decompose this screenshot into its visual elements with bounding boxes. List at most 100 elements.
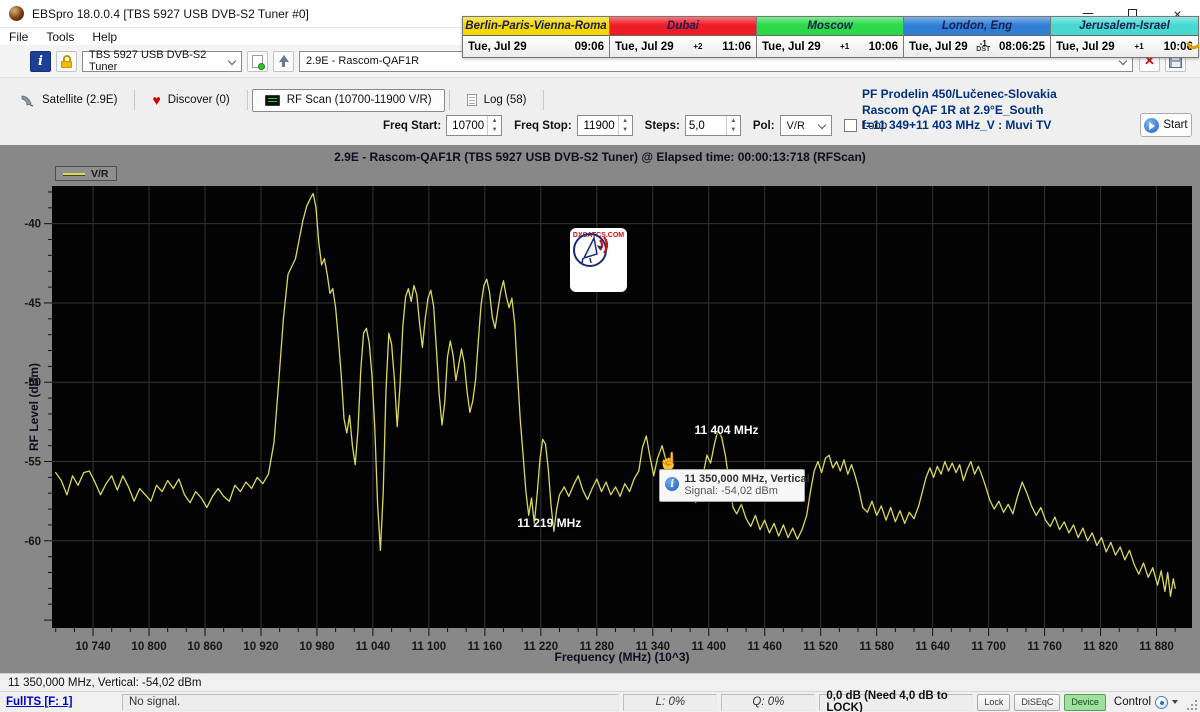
steps-spinner[interactable]: ▲▼ — [726, 116, 740, 135]
clock-date: Tue, Jul 29 — [762, 41, 821, 53]
menu-help[interactable]: Help — [83, 30, 126, 44]
content-strip: Satellite (2.9E) ♥ Discover (0) RF Scan (10… — [0, 78, 1200, 145]
tuner-select[interactable]: TBS 5927 USB DVB-S2 Tuner — [82, 51, 242, 72]
level-percent-cell: L: 0% — [623, 694, 717, 711]
control-icon — [1155, 696, 1168, 709]
status-bar: FullTS [F: 1] No signal. L: 0% Q: 0% 0,0… — [0, 691, 1200, 712]
clock-dubai: DubaiTue, Jul 29+211:06 — [610, 17, 757, 57]
clock-date: Tue, Jul 29 — [1056, 41, 1115, 53]
clock-time: 10:06 — [869, 41, 898, 53]
y-tick-label: -60 — [24, 536, 41, 548]
y-tick-label: -40 — [24, 219, 41, 231]
clock-time-row: Tue, Jul 2909:06 — [463, 36, 609, 57]
up-arrow-icon — [279, 55, 289, 67]
app-window: EBSpro 18.0.0.4 [TBS 5927 USB DVB-S2 Tun… — [0, 0, 1200, 712]
freq-stop-input[interactable] — [578, 116, 618, 135]
y-axis-title: RF Level (dBm) — [27, 347, 41, 467]
antenna-info-panel: PF Prodelin 450/Lučenec-Slovakia Rascom … — [862, 87, 1057, 134]
clock-city-label: Moscow — [757, 17, 903, 36]
y-tick-label: -45 — [24, 298, 41, 310]
clock-berlin-paris-vienna-roma: Berlin-Paris-Vienna-RomaTue, Jul 2909:06 — [463, 17, 610, 57]
clock-offset: -1DST — [973, 41, 993, 53]
freq-stop-spinner[interactable]: ▲▼ — [618, 116, 632, 135]
tooltip-signal: Signal: -54,02 dBm — [684, 485, 798, 497]
clock-time-row: Tue, Jul 29 -1DST 08:06:25 — [904, 36, 1050, 57]
freq-start-spinner[interactable]: ▲▼ — [487, 116, 501, 135]
clock-time-row: Tue, Jul 29+110:06 — [1051, 36, 1198, 57]
control-label: Control — [1114, 696, 1151, 708]
tab-rf-scan-10700-11900-v-r[interactable]: RF Scan (10700-11900 V/R) — [252, 89, 445, 112]
clock-time-row: Tue, Jul 29+211:06 — [610, 36, 756, 57]
tab-label: Satellite (2.9E) — [42, 94, 117, 106]
tab-row: Satellite (2.9E) ♥ Discover (0) RF Scan (10… — [8, 88, 548, 112]
info-line-2: Rascom QAF 1R at 2.9°E_South — [862, 103, 1057, 119]
tab-discover-0[interactable]: ♥ Discover (0) — [139, 89, 242, 112]
freq-stop-label: Freq Stop: — [514, 120, 572, 132]
upload-button[interactable] — [273, 51, 294, 72]
clock-offset: +1 — [1132, 44, 1147, 50]
lock-button[interactable] — [56, 51, 77, 72]
heart-icon: ♥ — [152, 94, 160, 106]
menu-file[interactable]: File — [0, 30, 37, 44]
diseqc-button[interactable]: DiSEqC — [1014, 694, 1060, 711]
freq-start-spinbox: ▲▼ — [446, 115, 502, 136]
clock-date: Tue, Jul 29 — [615, 41, 674, 53]
info-line-1: PF Prodelin 450/Lučenec-Slovakia — [862, 87, 1057, 103]
world-clocks: Berlin-Paris-Vienna-RomaTue, Jul 2909:06… — [462, 16, 1199, 58]
device-button[interactable]: Device — [1064, 694, 1106, 711]
clock-city-label: Berlin-Paris-Vienna-Roma — [463, 17, 609, 36]
steps-input[interactable] — [686, 116, 726, 135]
lock-icon — [61, 55, 72, 68]
signal-tooltip: i 11 350,000 MHz, Vertical Signal: -54,0… — [659, 469, 805, 502]
loop-checkbox[interactable] — [844, 119, 857, 132]
tab-label: Log (58) — [484, 94, 527, 106]
spectrum-plot[interactable]: 10 74010 80010 86010 92010 98011 04011 1… — [0, 145, 1200, 673]
clock-city-label: Jerusalem-Israel — [1051, 17, 1198, 36]
x-axis-title: Frequency (MHz) (10^3) — [0, 650, 1200, 664]
clock-moscow: Moscow Tue, Jul 29 +1 10:06 — [757, 17, 904, 57]
info-button[interactable]: i — [30, 51, 51, 72]
pol-select[interactable]: V/R — [780, 115, 832, 136]
dxsatcs-logo: DXSATCS.COM — [570, 228, 627, 292]
page-plus-icon — [252, 55, 263, 68]
rf-scan-chart: 2.9E - Rascom-QAF1R (TBS 5927 USB DVB-S2… — [0, 145, 1200, 673]
signal-status-cell: No signal. — [122, 694, 619, 711]
chevron-down-icon — [1172, 700, 1178, 704]
clock-utc-offset: +1 — [840, 44, 849, 50]
tab-separator — [247, 90, 248, 110]
clock-dst-flag: DST — [976, 47, 990, 53]
tab-label: Discover (0) — [168, 94, 230, 106]
resize-grip[interactable] — [1186, 699, 1198, 711]
tab-label: RF Scan (10700-11900 V/R) — [287, 94, 432, 106]
freq-start-input[interactable] — [447, 116, 487, 135]
clock-offset: +1 — [837, 44, 852, 50]
tab-separator — [449, 90, 450, 110]
satellite-dish-icon — [21, 94, 35, 107]
annotation-11-219-mhz: 11 219 MHz — [517, 516, 581, 530]
fullts-link[interactable]: FullTS [F: 1] — [6, 696, 72, 708]
clock-date: Tue, Jul 29 — [909, 41, 968, 53]
clock-utc-offset: +2 — [693, 44, 702, 50]
lock-status-button[interactable]: Lock — [977, 694, 1010, 711]
pol-label: Pol: — [753, 120, 775, 132]
clock-city-label: London, Eng — [904, 17, 1050, 36]
tab-satellite-2-9e[interactable]: Satellite (2.9E) — [8, 89, 130, 112]
clock-city-label: Dubai — [610, 17, 756, 36]
steps-spinbox: ▲▼ — [685, 115, 741, 136]
clock-offset: +2 — [690, 44, 705, 50]
play-icon — [1144, 118, 1159, 133]
menu-tools[interactable]: Tools — [37, 30, 83, 44]
control-menu[interactable]: Control — [1114, 696, 1178, 709]
tab-separator — [134, 90, 135, 110]
app-icon — [9, 6, 24, 21]
clock-date: Tue, Jul 29 — [468, 41, 527, 53]
clock-time: 08:06:25 — [999, 41, 1045, 53]
clock-utc-offset: +1 — [1135, 44, 1144, 50]
tooltip-frequency: 11 350,000 MHz, Vertical — [684, 473, 798, 485]
info-tooltip-icon: i — [665, 477, 679, 491]
steps-label: Steps: — [645, 120, 680, 132]
start-button[interactable]: Start — [1140, 113, 1192, 137]
window-title: EBSpro 18.0.0.4 [TBS 5927 USB DVB-S2 Tun… — [32, 7, 309, 21]
tab-log-58[interactable]: Log (58) — [454, 89, 540, 112]
new-entry-button[interactable] — [247, 51, 268, 72]
